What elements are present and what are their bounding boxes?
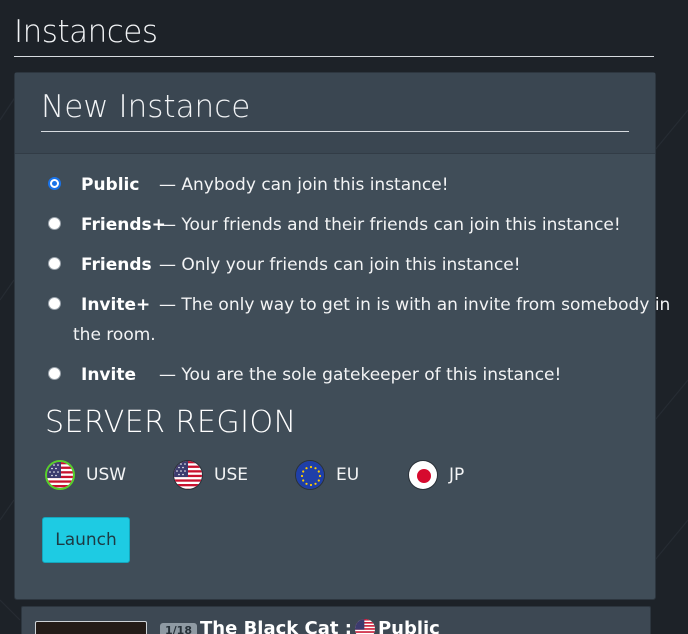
option-description: — Anybody can join this instance! [159,175,449,195]
instance-type: Public [377,618,440,634]
radio-friends[interactable] [48,257,61,270]
instance-title: The Black Cat : Public [200,618,440,634]
instances-page: Instances New Instance Public — Anybody … [0,0,688,634]
region-label: USE [214,465,248,485]
jp-flag-icon[interactable] [408,460,438,490]
world-thumbnail[interactable] [35,621,147,634]
radio-friends-plus[interactable] [48,217,61,230]
option-name: Public [81,175,140,195]
us-flag-icon [354,618,375,634]
option-name: Friends+ [81,215,166,235]
launch-button[interactable]: Launch [42,517,130,563]
player-count-badge: 1/18 [160,623,197,634]
world-name: The Black Cat : [200,618,352,634]
page-title: Instances [14,14,654,57]
option-name: Invite [81,365,136,385]
region-label: USW [86,465,127,485]
us-flag-icon[interactable] [173,460,203,490]
region-jp[interactable]: JP [408,459,464,491]
option-description-continued: the room. [73,325,156,345]
eu-flag-icon[interactable] [295,460,325,490]
region-label: EU [336,465,360,485]
server-region-title: SERVER REGION [45,405,297,440]
region-label: JP [449,465,465,485]
us-flag-icon[interactable] [45,460,75,490]
new-instance-title: New Instance [41,89,629,132]
option-description: — The only way to get in is with an invi… [159,295,671,315]
instance-card[interactable]: 1/18 The Black Cat : Public [21,606,651,634]
option-description: — You are the sole gatekeeper of this in… [159,365,562,385]
region-use[interactable]: USE [173,459,248,491]
new-instance-panel: New Instance Public — Anybody can join t… [14,72,670,600]
option-description: — Your friends and their friends can joi… [159,215,621,235]
option-name: Invite+ [81,295,151,315]
radio-invite-plus[interactable] [48,297,61,310]
option-description: — Only your friends can join this instan… [159,255,521,275]
radio-invite[interactable] [48,367,61,380]
radio-public[interactable] [48,177,61,190]
region-usw[interactable]: USW [45,459,126,491]
region-eu[interactable]: EU [295,459,359,491]
new-instance-header: New Instance [15,73,655,154]
option-name: Friends [81,255,152,275]
